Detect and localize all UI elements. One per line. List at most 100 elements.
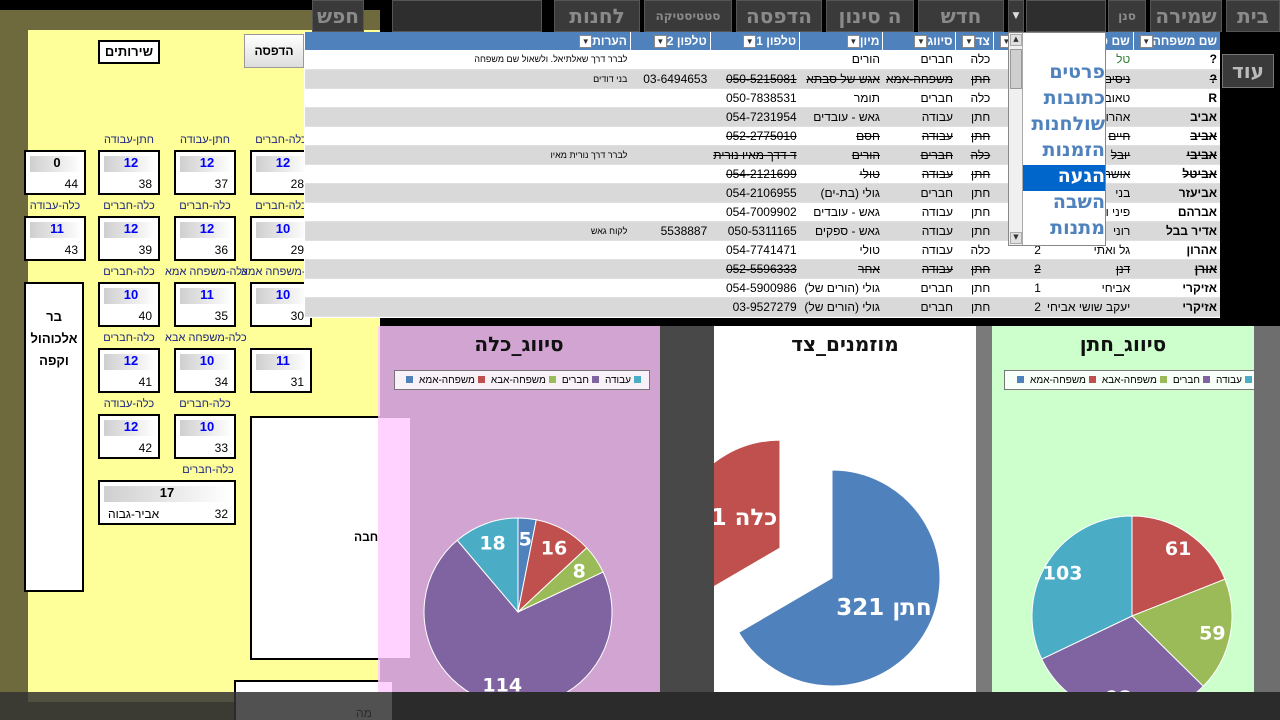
table-cell[interactable]: גולי (בת-ים)	[799, 183, 883, 203]
table-cell[interactable]: יעקב שושי אביחי	[1043, 297, 1134, 317]
filter-combo[interactable]	[1026, 0, 1106, 32]
table-cell[interactable]: 050-7838531	[710, 88, 800, 108]
tables-button[interactable]: לחנות	[554, 0, 640, 32]
filter-dropdown-icon[interactable]: ▼	[579, 35, 593, 49]
table-cell[interactable]	[304, 278, 631, 298]
seating-table[interactable]: 10 33	[174, 414, 236, 459]
table-cell[interactable]: אזיקרי	[1133, 278, 1220, 298]
table-cell[interactable]: כלה	[955, 50, 994, 70]
table-cell[interactable]: גולי (הורים של)	[799, 278, 883, 298]
seating-table[interactable]: 12 41	[98, 348, 160, 393]
table-cell[interactable]: כלה	[955, 145, 994, 165]
table-cell[interactable]: חברים	[882, 50, 956, 70]
table-cell[interactable]: טולי	[799, 164, 883, 184]
table-cell[interactable]: 052-2775010	[710, 126, 800, 146]
table-cell[interactable]	[630, 297, 711, 317]
table-cell[interactable]: משפחה-אמא	[882, 69, 956, 89]
filter-dropdown-icon[interactable]: ▼	[1139, 35, 1153, 49]
listbox-item[interactable]: מתנות	[1023, 217, 1105, 243]
seating-table[interactable]: 12 42	[98, 414, 160, 459]
table-cell[interactable]: אביבי	[1133, 145, 1220, 165]
table-cell[interactable]: עבודה	[882, 259, 956, 279]
table-cell[interactable]	[630, 50, 711, 70]
statistics-button[interactable]: סטטיסטיקה	[644, 0, 732, 32]
filter-dropdown-icon[interactable]: ▼	[962, 35, 976, 49]
seating-table[interactable]: 11 43	[24, 216, 86, 261]
table-cell[interactable]: חברים	[882, 88, 956, 108]
table-cell[interactable]: 03-9527279	[710, 297, 800, 317]
table-cell[interactable]: אביחי	[1043, 278, 1134, 298]
filter-dropdown-icon[interactable]: ▼	[846, 35, 860, 49]
table-cell[interactable]: עבודה	[882, 202, 956, 222]
seating-table[interactable]: 12 28	[250, 150, 312, 195]
column-header[interactable]: צד▼	[955, 32, 994, 50]
table-cell[interactable]: אגש של סבתא	[799, 69, 883, 89]
table-cell[interactable]: חתן	[955, 107, 994, 127]
table-cell[interactable]: 054-7009902	[710, 202, 800, 222]
table-cell[interactable]: גאש - עובדים	[799, 107, 883, 127]
table-cell[interactable]: 054-2106955	[710, 183, 800, 203]
table-cell[interactable]: עבודה	[882, 164, 956, 184]
table-cell[interactable]: טולי	[799, 240, 883, 260]
table-cell[interactable]: אורן	[1133, 259, 1220, 279]
print-button[interactable]: הדפסה	[736, 0, 822, 32]
seating-table[interactable]: 10 40	[98, 282, 160, 327]
seating-table[interactable]: 12 39	[98, 216, 160, 261]
table-cell[interactable]: 03-6494653	[630, 69, 711, 89]
seating-table[interactable]: 10 34	[174, 348, 236, 393]
table-cell[interactable]: אברהם	[1133, 202, 1220, 222]
listbox-item[interactable]: כתובות	[1023, 87, 1105, 113]
table-cell[interactable]: עבודה	[882, 107, 956, 127]
table-cell[interactable]: 2	[993, 259, 1044, 279]
table-cell[interactable]: חברים	[882, 297, 956, 317]
table-cell[interactable]: 054-2121699	[710, 164, 800, 184]
table-cell[interactable]	[304, 259, 631, 279]
table-cell[interactable]	[304, 297, 631, 317]
table-cell[interactable]: אזיקרי	[1133, 297, 1220, 317]
save-button[interactable]: שמירה	[1150, 0, 1222, 32]
table-cell[interactable]	[304, 107, 631, 127]
table-row[interactable]: אזיקרי יעקב שושי אביחי 2 חתן חברים גולי (הורי…	[304, 297, 1220, 317]
listbox-scrollbar[interactable]: ▲ ▼	[1009, 33, 1023, 245]
table-cell[interactable]: חתן	[955, 126, 994, 146]
table-cell[interactable]: לברר דרך שאלתיאל. ולשאול שם משפחה	[304, 50, 631, 70]
column-header[interactable]: הערות▼	[304, 32, 631, 50]
new-button[interactable]: חדש	[918, 0, 1004, 32]
filter-dropdown-icon[interactable]: ▼	[653, 35, 667, 49]
table-cell[interactable]: חברים	[882, 183, 956, 203]
column-header[interactable]: מיון▼	[799, 32, 883, 50]
table-cell[interactable]: אביב	[1133, 126, 1220, 146]
column-header[interactable]: שם משפחה▼	[1132, 32, 1220, 50]
table-cell[interactable]: 052-5596333	[710, 259, 800, 279]
table-cell[interactable]	[630, 126, 711, 146]
filter-dropdown-icon[interactable]: ▼	[743, 35, 757, 49]
listbox-item[interactable]: פרטים	[1023, 61, 1105, 87]
seating-table[interactable]: 12 37	[174, 150, 236, 195]
column-header[interactable]: סיווג▼	[882, 32, 956, 50]
table-cell[interactable]	[304, 183, 631, 203]
table-cell[interactable]: חתן	[955, 221, 994, 241]
table-cell[interactable]: ?	[1133, 69, 1220, 89]
seating-print-tab[interactable]: הדפסה	[244, 34, 304, 68]
table-cell[interactable]	[630, 145, 711, 165]
table-cell[interactable]: לקוח גאש	[304, 221, 631, 241]
table-cell[interactable]: גאש - עובדים	[799, 202, 883, 222]
table-cell[interactable]	[630, 164, 711, 184]
listbox-item[interactable]: שולחנות	[1023, 113, 1105, 139]
table-cell[interactable]	[630, 240, 711, 260]
table-cell[interactable]	[304, 126, 631, 146]
table-cell[interactable]: ?	[1133, 50, 1220, 70]
seating-table[interactable]: 12 38	[98, 150, 160, 195]
search-button[interactable]: חפש	[312, 0, 364, 32]
table-cell[interactable]: לברר דרך נורית מאיו	[304, 145, 631, 165]
table-cell[interactable]: הורים	[799, 145, 883, 165]
scroll-down-icon[interactable]: ▼	[1010, 232, 1022, 244]
table-cell[interactable]: ד דדך מאיו נורית	[710, 145, 800, 165]
table-cell[interactable]	[630, 259, 711, 279]
table-cell[interactable]	[710, 50, 800, 70]
combo-dropdown-icon[interactable]: ▼	[1008, 0, 1024, 32]
filter-mini-button[interactable]: סנן	[1108, 0, 1146, 32]
table-cell[interactable]: חברים	[882, 278, 956, 298]
table-cell[interactable]: R	[1133, 88, 1220, 108]
table-cell[interactable]: עבודה	[882, 221, 956, 241]
